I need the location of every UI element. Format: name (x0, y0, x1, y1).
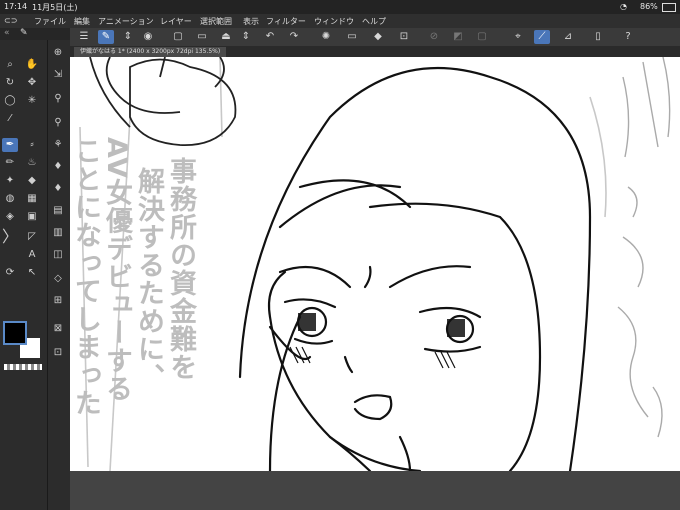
lasso-tool-icon[interactable]: ◯ (2, 94, 18, 108)
undo-icon[interactable]: ↶ (262, 30, 278, 44)
collapse-icon[interactable]: « (4, 28, 10, 38)
document-tab[interactable]: 伊織がなはる 1* (2400 x 3200px 72dpi 135.5%) (74, 47, 227, 57)
snap-special-icon[interactable]: ⊿ (560, 30, 576, 44)
edit-layer-icon[interactable]: ✎ (98, 30, 114, 44)
menu-help[interactable]: ヘルプ (362, 16, 386, 27)
snap-ruler-icon[interactable]: ⟋ (534, 30, 550, 44)
subtool-3-icon[interactable]: ⚲ (50, 92, 66, 106)
pencil-tool-icon[interactable]: ✏ (2, 156, 18, 170)
menu-clip-icon[interactable]: ⊂⊃ (4, 16, 17, 25)
command-bar: ☰ ✎ ⇕ ◉ ▢ ▭ ⏏ ⇕ ↶ ↷ ✺ ▭ ◆ ⊡ ⊘ ◩ ▢ ⌖ ⟋ ⊿ … (70, 28, 680, 47)
menu-edit[interactable]: 編集 (74, 16, 90, 27)
crop-icon[interactable]: ▢ (474, 30, 490, 44)
bottom-bar (70, 471, 680, 510)
transparent-color-swatch[interactable] (4, 364, 42, 370)
menu-file[interactable]: ファイル (34, 16, 66, 27)
subtool-6-icon[interactable]: ♦ (50, 160, 66, 174)
figure-tool-icon[interactable]: ◸ (24, 230, 40, 244)
magic-wand-icon[interactable]: ✳ (24, 94, 40, 108)
airbrush-tool-icon[interactable]: ♨ (24, 156, 40, 170)
object-tool-icon[interactable]: ↖ (24, 266, 40, 280)
subtool-12-icon[interactable]: ⊞ (50, 294, 66, 308)
tool-panel: « ✎ ⌕ ✋ ↻ ✥ ◯ ✳ ⁄ ✒ ⸗ ✏ ♨ ✦ ◆ ◍ ▦ ◈ ▣ 〉 … (0, 28, 70, 510)
save-icon[interactable]: ⏏ (218, 30, 234, 44)
battery-icon (662, 3, 676, 12)
subtool-5-icon[interactable]: ⚘ (50, 138, 66, 152)
status-battery: 86% (640, 2, 658, 11)
caption-line-4: ことになってしまった (70, 137, 101, 417)
clear-icon[interactable]: ▭ (344, 30, 360, 44)
caption-line-1: 事務所の資金難を (165, 157, 196, 381)
gradient-tool-icon[interactable]: ▣ (24, 210, 40, 224)
menu-animation[interactable]: アニメーション (98, 16, 154, 27)
invert-selection-icon[interactable]: ◩ (450, 30, 466, 44)
deselect-icon[interactable]: ⊘ (426, 30, 442, 44)
record-icon[interactable]: ◉ (140, 30, 156, 44)
fill-bucket-icon[interactable]: ◆ (370, 30, 386, 44)
side-sketch (617, 56, 671, 438)
stepper-icon[interactable]: ⇕ (120, 30, 136, 44)
menu-selection[interactable]: 選択範囲 (200, 16, 232, 27)
subtool-2-icon[interactable]: ⇲ (50, 68, 66, 82)
pen-preview-icon: ✎ (20, 28, 28, 38)
subtool-4-icon[interactable]: ⚲ (50, 116, 66, 130)
eraser-tool-icon[interactable]: ◆ (24, 174, 40, 188)
frame-tool-icon[interactable]: ▦ (24, 192, 40, 206)
fill-tool-icon[interactable]: ◈ (2, 210, 18, 224)
device-icon[interactable]: ▯ (590, 30, 606, 44)
panel-divider (47, 40, 48, 510)
move-tool-icon[interactable]: ✥ (24, 76, 40, 90)
status-date: 11月5日(土) (32, 3, 78, 12)
drawing-canvas[interactable]: 事務所の資金難を 解決するために、 AV女優デビューする ことになってしまった (70, 57, 613, 471)
loading-icon[interactable]: ✺ (318, 30, 334, 44)
save-stepper-icon[interactable]: ⇕ (238, 30, 254, 44)
text-tool-icon[interactable]: A (24, 248, 40, 262)
transform-icon[interactable]: ⊡ (396, 30, 412, 44)
brush-tool-icon[interactable]: ⸗ (24, 138, 40, 152)
canvas-right-area (613, 56, 680, 471)
status-time: 17:14 (4, 2, 28, 11)
zoom-tool-icon[interactable]: ⌕ (2, 58, 18, 72)
menu-hamburger-icon[interactable]: ☰ (76, 30, 92, 44)
menu-window[interactable]: ウィンドウ (314, 16, 354, 27)
balloon-tool-icon[interactable]: ⟳ (2, 266, 18, 280)
hand-tool-icon[interactable]: ✋ (24, 58, 40, 72)
menu-layer[interactable]: レイヤー (160, 16, 192, 27)
open-folder-icon[interactable]: ▭ (194, 30, 210, 44)
pen-tool-icon[interactable]: ✒ (2, 138, 18, 152)
subtool-14-icon[interactable]: ⊡ (50, 346, 66, 360)
new-file-icon[interactable]: ▢ (170, 30, 186, 44)
rotate-tool-icon[interactable]: ↻ (2, 76, 18, 90)
eyedropper-icon[interactable]: ⁄ (2, 112, 18, 126)
expand-chevron-icon[interactable]: 〉 (2, 229, 18, 245)
status-bar: 17:14 11月5日(土) ◔ 86% (0, 0, 680, 14)
subtool-8-icon[interactable]: ▤ (50, 204, 66, 218)
tool-panel-header: « ✎ (0, 28, 70, 40)
caption-line-2: 解決するために、 (133, 167, 164, 391)
subtool-1-icon[interactable]: ⊕ (50, 46, 66, 60)
caption-line-3: AV女優デビューする (101, 137, 132, 403)
subtool-9-icon[interactable]: ▥ (50, 226, 66, 240)
subtool-10-icon[interactable]: ◫ (50, 248, 66, 262)
redo-icon[interactable]: ↷ (286, 30, 302, 44)
blend-tool-icon[interactable]: ◍ (2, 192, 18, 206)
subtool-13-icon[interactable]: ⊠ (50, 322, 66, 336)
decoration-tool-icon[interactable]: ✦ (2, 174, 18, 188)
wifi-icon: ◔ (620, 2, 627, 11)
menu-bar: ⊂⊃ ファイル 編集 アニメーション レイヤー 選択範囲 表示 フィルター ウィ… (0, 14, 680, 28)
subtool-7-icon[interactable]: ♦ (50, 182, 66, 196)
menu-filter[interactable]: フィルター (266, 16, 306, 27)
foreground-color-swatch[interactable] (3, 321, 27, 345)
ruler-icon[interactable]: ⌖ (510, 30, 526, 44)
menu-view[interactable]: 表示 (243, 16, 259, 27)
document-tab-row: 伊織がなはる 1* (2400 x 3200px 72dpi 135.5%) (70, 46, 680, 57)
subtool-11-icon[interactable]: ◇ (50, 272, 66, 286)
hint-icon[interactable]: ? (620, 30, 636, 44)
